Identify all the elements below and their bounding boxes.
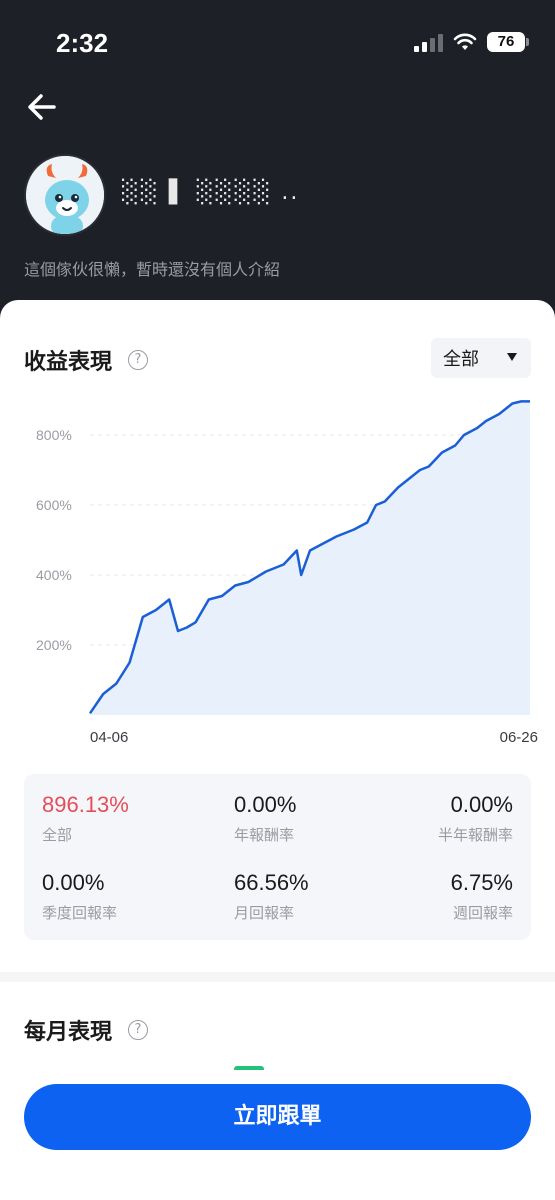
stat-quarterly-label: 季度回報率 xyxy=(42,904,118,922)
stat-half-year-label: 半年報酬率 xyxy=(437,826,513,844)
stat-quarterly: 0.00% 季度回報率 xyxy=(42,870,117,923)
signal-icon xyxy=(414,32,443,52)
stat-total: 896.13% 全部 xyxy=(42,792,129,845)
range-dropdown[interactable]: 全部 xyxy=(431,338,531,378)
username: ░░ ▌ ░░░░ .. xyxy=(122,180,300,205)
y-tick-label: 800% xyxy=(36,427,72,443)
y-tick-label: 200% xyxy=(36,637,72,653)
follow-trade-button[interactable]: 立即跟單 xyxy=(24,1084,531,1150)
stat-total-label: 全部 xyxy=(42,826,73,844)
status-time: 2:32 xyxy=(56,28,109,58)
y-tick-label: 400% xyxy=(36,567,72,583)
monthly-title: 每月表現 xyxy=(24,1020,113,1045)
avatar[interactable] xyxy=(24,154,106,236)
help-icon[interactable]: ? xyxy=(128,350,148,370)
monthly-help-icon[interactable]: ? xyxy=(128,1020,148,1040)
status-icons: 76 xyxy=(414,32,529,52)
stat-weekly-value: 6.75% xyxy=(450,870,513,895)
wifi-icon xyxy=(453,33,477,50)
stat-monthly-value: 66.56% xyxy=(234,870,309,895)
stat-annual-label: 年報酬率 xyxy=(234,826,295,844)
y-tick-label: 600% xyxy=(36,497,72,513)
stat-half-year-value: 0.00% xyxy=(450,792,513,817)
range-dropdown-value: 全部 xyxy=(443,349,479,370)
section-divider xyxy=(0,972,555,982)
stat-total-value: 896.13% xyxy=(42,792,129,817)
back-arrow-icon[interactable] xyxy=(22,88,62,128)
series-area xyxy=(90,401,530,715)
dragon-mascot-icon xyxy=(26,156,104,234)
x-tick-label: 04-06 xyxy=(90,729,128,746)
stat-monthly: 66.56% 月回報率 xyxy=(234,870,309,923)
profile-bio: 這個傢伙很懶，暫時還沒有個人介紹 xyxy=(24,260,281,279)
performance-chart: 200% 400% 600% 800% 04-06 06-26 xyxy=(36,400,538,746)
caret-down-icon xyxy=(507,353,517,361)
battery-icon: 76 xyxy=(487,32,529,52)
performance-card: 收益表現 ? 全部 200% 400% 600% 800% 04-06 06-26 896… xyxy=(0,300,555,1200)
stat-weekly-label: 週回報率 xyxy=(452,904,513,922)
stat-quarterly-value: 0.00% xyxy=(42,870,105,895)
stat-annual-value: 0.00% xyxy=(234,792,297,817)
performance-title: 收益表現 xyxy=(24,350,113,375)
stats-panel: 896.13% 全部 0.00% 年報酬率 0.00% 半年報酬率 0.00% … xyxy=(24,774,531,940)
stat-monthly-label: 月回報率 xyxy=(234,904,295,922)
status-bar: 2:32 76 xyxy=(0,0,555,80)
stat-half-year: 0.00% 半年報酬率 xyxy=(438,792,513,845)
x-tick-label: 06-26 xyxy=(500,729,538,746)
stat-weekly: 6.75% 週回報率 xyxy=(451,870,513,923)
stat-annual: 0.00% 年報酬率 xyxy=(234,792,296,845)
